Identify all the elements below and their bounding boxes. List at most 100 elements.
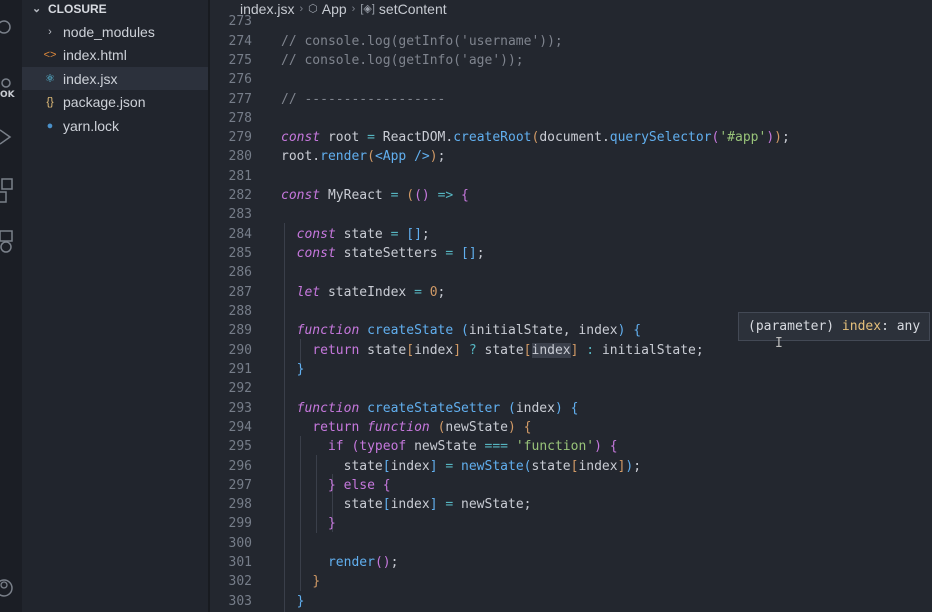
run-debug-icon[interactable] (0, 128, 22, 149)
line-number: 302 (228, 574, 252, 589)
line-number: 291 (228, 362, 252, 377)
code-line: 299 } (210, 514, 932, 533)
code-line: 274 // console.log(getInfo('username')); (210, 32, 932, 51)
chevron-right-icon: › (299, 2, 304, 15)
code-text: } (312, 574, 321, 589)
code-text: // console.log(getInfo('age')); (281, 53, 524, 68)
code-text: render(); (327, 555, 399, 570)
line-number: 277 (228, 92, 252, 107)
code-text: const state = []; (296, 227, 430, 242)
file-name: index.jsx (63, 70, 118, 87)
code-line: 275 // console.log(getInfo('age')); (210, 51, 932, 70)
code-line: 284 const state = []; (210, 225, 932, 244)
search-icon[interactable] (0, 20, 22, 37)
line-number: 296 (228, 459, 252, 474)
explorer-folder-header[interactable]: ⌄ CLOSURE (32, 0, 107, 17)
activity-bar: OK (0, 0, 22, 612)
code-line: 286 (210, 263, 932, 282)
code-text: } (296, 594, 305, 609)
code-text: } (296, 362, 305, 377)
chevron-right-icon: › (48, 25, 52, 38)
line-number: 285 (228, 246, 252, 261)
explorer-item-yarn-lock[interactable]: ● yarn.lock (22, 114, 208, 137)
extensions-icon[interactable] (0, 178, 22, 209)
line-number: 278 (228, 111, 252, 126)
explorer-sidebar: ⌄ CLOSURE › node_modules <> index.html ⚛… (22, 0, 208, 612)
file-name: index.html (63, 46, 127, 63)
line-number: 275 (228, 53, 252, 68)
file-name: yarn.lock (63, 117, 120, 134)
code-line: 279 const root = ReactDOM.createRoot(docu… (210, 128, 932, 147)
line-number: 289 (228, 323, 252, 338)
code-line: 283 (210, 205, 932, 224)
code-text: } (327, 516, 336, 531)
line-number: 284 (228, 227, 252, 242)
line-number: 297 (228, 478, 252, 493)
line-number: 282 (228, 188, 252, 203)
code-line: 300 (210, 534, 932, 553)
text-cursor-icon: I (775, 336, 783, 351)
code-text: function createStateSetter (index) { (296, 401, 579, 416)
explorer-item-index-jsx[interactable]: ⚛ index.jsx (22, 67, 208, 90)
code-line: 297 } else { (210, 476, 932, 495)
explorer-item-package-json[interactable]: {} package.json (22, 90, 208, 113)
line-number: 293 (228, 401, 252, 416)
code-text: // console.log(getInfo('username')); (281, 34, 563, 49)
json-file-icon: {} (46, 95, 54, 108)
line-number: 288 (228, 304, 252, 319)
code-text: root.render(<App />); (281, 149, 446, 164)
line-number: 294 (228, 420, 252, 435)
remote-explorer-icon[interactable] (0, 230, 22, 259)
code-text: // ------------------ (281, 92, 446, 107)
account-icon[interactable] (0, 578, 22, 601)
code-line: 295 if (typeof newState === 'function') … (210, 437, 932, 456)
folder-name: CLOSURE (48, 1, 107, 16)
code-line: 282 const MyReact = (() => { (210, 186, 932, 205)
code-line: 281 (210, 167, 932, 186)
code-line: 292 (210, 379, 932, 398)
line-number: 283 (228, 207, 252, 222)
code-line: 273 (210, 14, 932, 29)
code-line: 276 (210, 70, 932, 89)
html-file-icon: <> (43, 48, 57, 61)
code-text: state[index] = newState; (281, 497, 532, 512)
code-text: } else { (327, 478, 391, 493)
code-line: 302 } (210, 572, 932, 591)
line-number: 281 (228, 169, 252, 184)
chevron-right-icon: › (351, 2, 356, 15)
code-text: return function (newState) { (312, 420, 532, 435)
code-line: 287 let stateIndex = 0; (210, 283, 932, 302)
line-number: 300 (228, 536, 252, 551)
yarn-file-icon: ● (46, 119, 54, 132)
code-line: 294 return function (newState) { (210, 418, 932, 437)
line-number: 299 (228, 516, 252, 531)
code-line: 290 return state[index] ? state[index] :… (210, 341, 932, 360)
tooltip-name: index (841, 319, 882, 334)
line-number: 280 (228, 149, 252, 164)
file-name: package.json (63, 93, 146, 110)
line-number: 273 (228, 14, 252, 29)
line-number: 290 (228, 343, 252, 358)
explorer-item-node-modules[interactable]: › node_modules (22, 20, 208, 43)
code-text: state[index] = newState(state[index]); (281, 459, 642, 474)
chevron-down-icon: ⌄ (32, 3, 42, 15)
code-line: 298 state[index] = newState; (210, 495, 932, 514)
code-text: const root = ReactDOM.createRoot(documen… (281, 130, 790, 145)
code-line: 301 render(); (210, 553, 932, 572)
line-number: 274 (228, 34, 252, 49)
explorer-item-index-html[interactable]: <> index.html (22, 43, 208, 66)
code-line: 278 (210, 109, 932, 128)
code-text: function createState (initialState, inde… (296, 323, 642, 338)
code-line: 280 root.render(<App />); (210, 147, 932, 166)
react-file-icon: ⚛ (45, 73, 55, 85)
file-name: node_modules (63, 23, 155, 40)
line-number: 298 (228, 497, 252, 512)
hover-tooltip: (parameter) index: any (738, 312, 931, 341)
line-number: 301 (228, 555, 252, 570)
line-number: 279 (228, 130, 252, 145)
line-number: 287 (228, 285, 252, 300)
line-number: 276 (228, 72, 252, 87)
line-number: 292 (228, 381, 252, 396)
code-editor[interactable]: index.jsx › ⬡ App › [◈] setContent 273 2… (210, 0, 932, 612)
code-text: const stateSetters = []; (296, 246, 485, 261)
